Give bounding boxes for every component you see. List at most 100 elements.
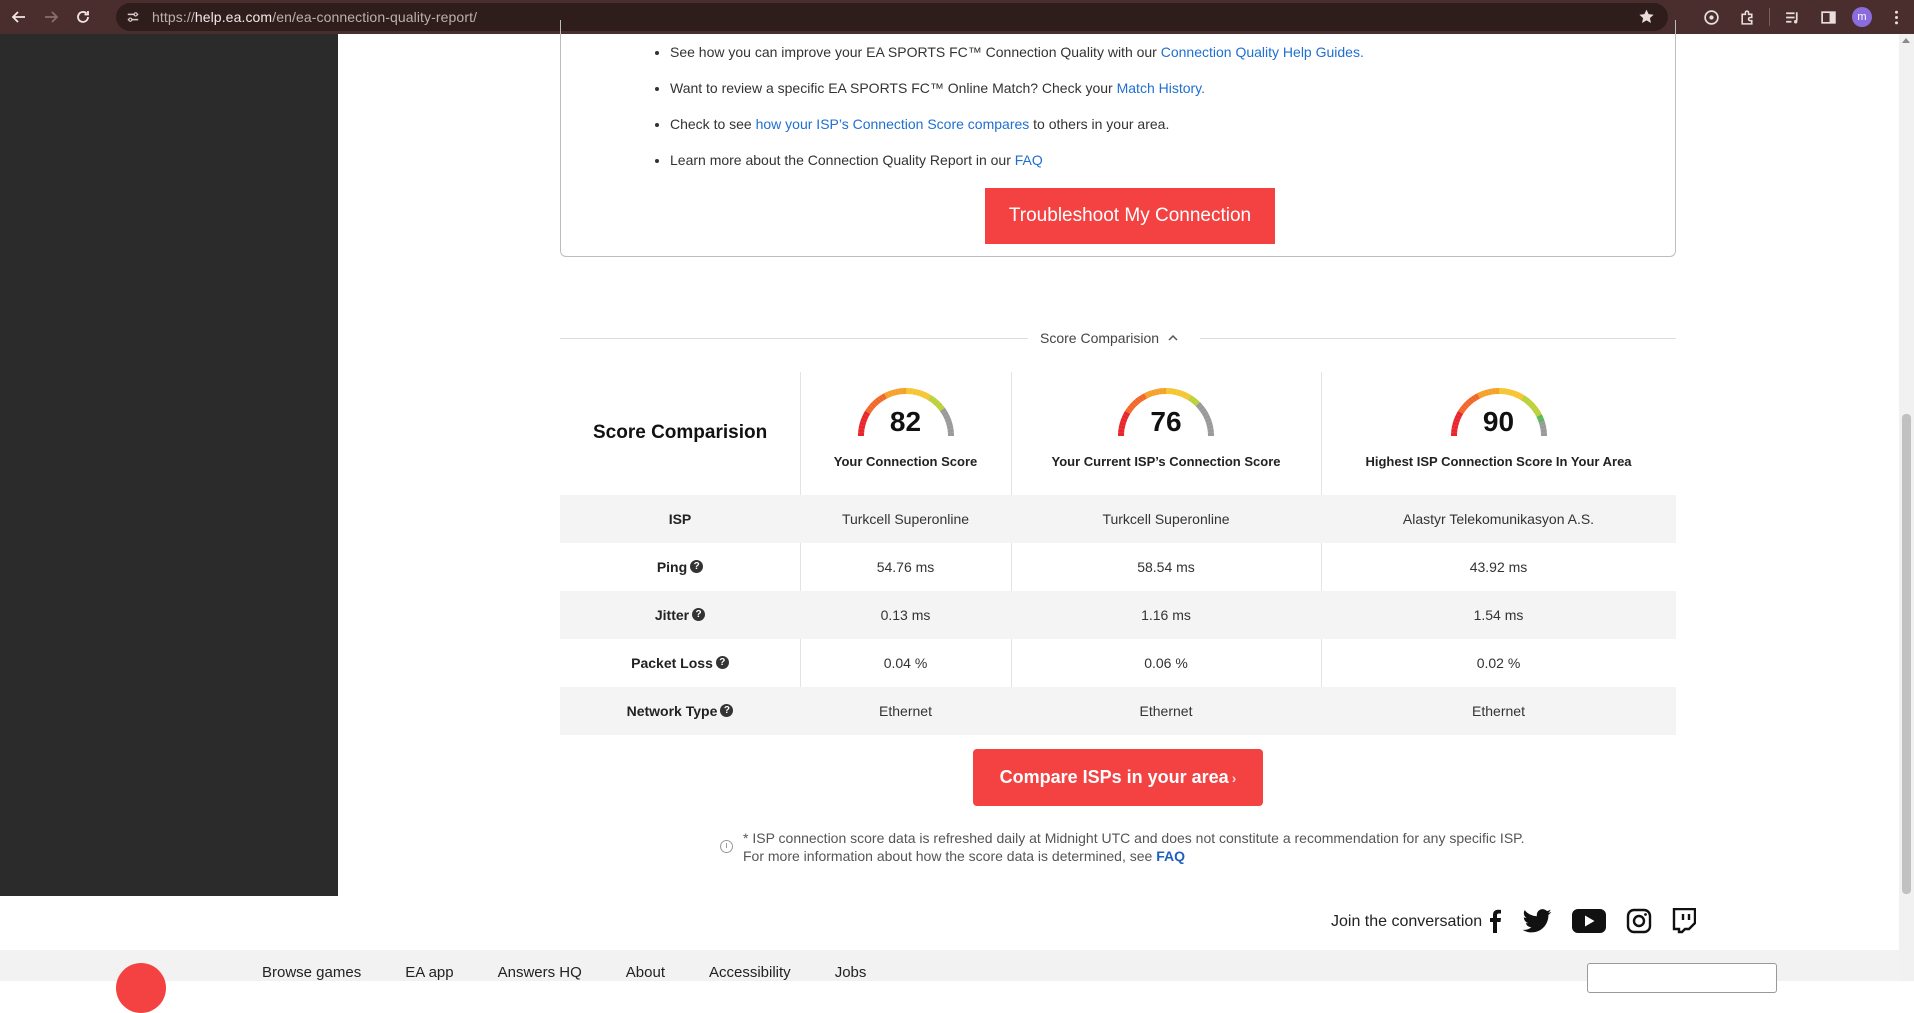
row-label-packet-loss: Packet Loss? <box>560 655 800 671</box>
score-label: Your Connection Score <box>800 454 1011 469</box>
gauge-arc-segment <box>1142 396 1145 398</box>
arrow-right-icon <box>43 9 59 25</box>
gauge-arc-segment <box>892 392 895 393</box>
gauge-arc-segment <box>1137 400 1140 402</box>
faq-link[interactable]: FAQ <box>1015 152 1043 168</box>
arrow-left-icon <box>11 9 27 25</box>
table-cell: Ethernet <box>1011 703 1321 719</box>
gauge-arc-segment <box>1467 402 1470 404</box>
gauge-arc-segment <box>888 393 891 394</box>
toolbar-separator <box>1769 8 1770 26</box>
footer-link-browse-games[interactable]: Browse games <box>262 964 361 981</box>
score-label: Your Current ISP’s Connection Score <box>1011 454 1321 469</box>
instagram-icon[interactable] <box>1626 908 1652 934</box>
facebook-icon[interactable] <box>1488 909 1502 933</box>
table-cell: 1.54 ms <box>1321 607 1676 623</box>
connection-quality-guides-link[interactable]: Connection Quality Help Guides. <box>1161 44 1364 60</box>
region-selector[interactable] <box>1587 963 1777 993</box>
footer-link-answers-hq[interactable]: Answers HQ <box>498 964 582 981</box>
question-circle-icon[interactable]: ? <box>720 704 733 717</box>
gauge-arc-segment <box>1475 396 1478 398</box>
score-label: Highest ISP Connection Score In Your Are… <box>1321 454 1676 469</box>
more-menu-icon[interactable] <box>1885 6 1907 28</box>
table-cell: 43.92 ms <box>1321 559 1676 575</box>
scroll-up-arrow-icon[interactable] <box>1902 38 1910 43</box>
gauge-arc-segment <box>879 398 882 400</box>
gauge-arc-segment <box>1149 393 1152 394</box>
youtube-icon[interactable] <box>1572 909 1606 933</box>
gauge-arc-segment <box>916 392 919 393</box>
footer-link-accessibility[interactable]: Accessibility <box>709 964 791 981</box>
gauge-arc-segment <box>1509 392 1512 393</box>
question-circle-icon[interactable]: ? <box>690 560 703 573</box>
table-row: Packet Loss? 0.04 % 0.06 % 0.02 % <box>560 639 1676 687</box>
list-item: See how you can improve your EA SPORTS F… <box>670 44 1364 80</box>
note-faq-link[interactable]: FAQ <box>1156 848 1185 864</box>
gauge-arc-segment <box>882 396 885 398</box>
gauge-arc-segment <box>1186 396 1189 398</box>
back-button[interactable] <box>6 4 32 30</box>
table-cell: 0.02 % <box>1321 655 1676 671</box>
gauge-arc-segment <box>929 398 932 400</box>
footer-links: Browse games EA app Answers HQ About Acc… <box>262 964 910 981</box>
twitter-icon[interactable] <box>1522 909 1552 933</box>
score-value: 82 <box>800 406 1011 438</box>
footer-link-jobs[interactable]: Jobs <box>835 964 867 981</box>
profile-avatar[interactable]: m <box>1852 7 1872 27</box>
social-links <box>1488 908 1716 934</box>
gauge-arc-segment <box>913 392 916 393</box>
twitch-icon[interactable] <box>1672 908 1696 934</box>
gauge-arc-segment <box>923 394 926 395</box>
gauge-arc-segment <box>1180 393 1183 394</box>
page-scrollbar[interactable] <box>1899 34 1914 981</box>
side-panel-icon[interactable] <box>1817 6 1839 28</box>
gauge-arc-segment <box>926 396 929 398</box>
row-label-jitter: Jitter? <box>560 607 800 623</box>
table-cell: Turkcell Superonline <box>1011 511 1321 527</box>
table-row: Network Type? Ethernet Ethernet Ethernet <box>560 687 1676 735</box>
site-settings-icon[interactable] <box>124 8 142 26</box>
gauge-arc-segment <box>874 402 877 404</box>
gauge-arc-segment <box>1516 394 1519 395</box>
section-toggle-label: Score Comparision <box>1040 330 1159 346</box>
section-divider <box>560 338 1028 339</box>
gauge-arc-segment <box>1134 402 1137 404</box>
scrollbar-thumb[interactable] <box>1902 414 1911 894</box>
table-cell: 0.06 % <box>1011 655 1321 671</box>
match-history-link[interactable]: Match History. <box>1117 80 1205 96</box>
gauge-arc-segment <box>885 394 888 395</box>
footer-link-ea-app[interactable]: EA app <box>405 964 453 981</box>
score-comparison-toggle[interactable]: Score Comparision <box>1040 328 1179 348</box>
gauge-arc-segment <box>1528 402 1531 404</box>
row-label-ping: Ping? <box>560 559 800 575</box>
puzzle-icon[interactable] <box>1736 6 1758 28</box>
list-item: Want to review a specific EA SPORTS FC™ … <box>670 80 1364 116</box>
footer-link-about[interactable]: About <box>626 964 665 981</box>
list-item: Check to see how your ISP’s Connection S… <box>670 116 1364 152</box>
compare-isps-label: Compare ISPs in your area <box>1000 767 1229 788</box>
table-cell: 0.13 ms <box>800 607 1011 623</box>
note-line-2: For more information about how the score… <box>743 847 1525 865</box>
gauge-arc-segment <box>1183 394 1186 395</box>
question-circle-icon[interactable]: ? <box>716 656 729 669</box>
gauge-arc-segment <box>919 393 922 394</box>
reload-button[interactable] <box>70 4 96 30</box>
extension-icon[interactable] <box>1700 6 1722 28</box>
question-circle-icon[interactable]: ? <box>692 608 705 621</box>
ea-logo-icon[interactable] <box>116 963 166 1013</box>
gauge-arc-segment <box>876 400 879 402</box>
troubleshoot-connection-button[interactable]: Troubleshoot My Connection <box>985 188 1275 244</box>
gauge-arc-segment <box>1478 394 1481 395</box>
forward-button[interactable] <box>38 4 64 30</box>
gauge-arc-segment <box>895 392 898 393</box>
compare-isps-button[interactable]: Compare ISPs in your area› <box>973 749 1263 806</box>
gauge-arc-segment <box>1506 392 1509 393</box>
score-value: 90 <box>1321 406 1676 438</box>
media-controls-icon[interactable] <box>1781 6 1803 28</box>
isp-data-note: * ISP connection score data is refreshed… <box>720 829 1525 865</box>
isp-score-compare-link[interactable]: how your ISP’s Connection Score compares <box>756 116 1030 132</box>
table-row: ISP Turkcell Superonline Turkcell Supero… <box>560 495 1676 543</box>
gauge-arc-segment <box>1173 392 1176 393</box>
gauge-arc-segment <box>1485 392 1488 393</box>
join-conversation-label: Join the conversation <box>1331 913 1482 931</box>
